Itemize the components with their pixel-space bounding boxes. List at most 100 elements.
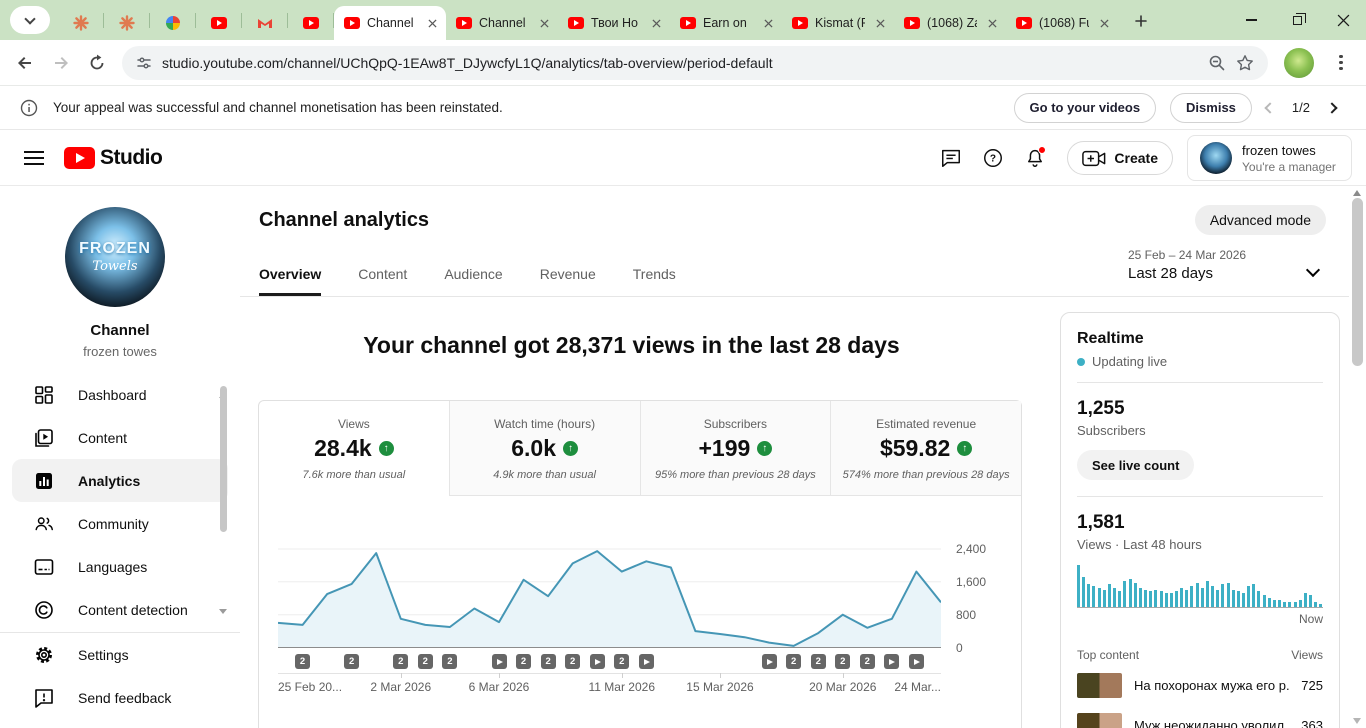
window-minimize-button[interactable]: [1228, 0, 1274, 40]
sidebar-scroll-down-arrow[interactable]: [219, 614, 227, 632]
reload-button[interactable]: [80, 46, 114, 80]
top-content-row[interactable]: Муж неожиданно уволил ...363: [1077, 708, 1323, 728]
banner-next-button[interactable]: [1328, 104, 1336, 112]
metric-card-subscribers[interactable]: Subscribers+199↑95% more than previous 2…: [640, 401, 831, 496]
page-scrollbar[interactable]: [1349, 186, 1366, 728]
video-marker-icon[interactable]: [909, 654, 924, 669]
video-marker-icon[interactable]: [762, 654, 777, 669]
shorts-marker-badge[interactable]: 2: [811, 654, 826, 669]
tab-close-icon[interactable]: [536, 15, 553, 32]
browser-profile-avatar[interactable]: [1284, 48, 1314, 78]
pinned-tab[interactable]: [242, 6, 287, 40]
go-to-your-videos-button[interactable]: Go to your videos: [1014, 93, 1157, 123]
forward-button[interactable]: [44, 46, 78, 80]
new-tab-button[interactable]: [1126, 6, 1156, 36]
browser-tab[interactable]: (1068) Za: [894, 6, 1006, 40]
browser-menu-button[interactable]: [1324, 46, 1358, 80]
scroll-down-arrow[interactable]: [1353, 718, 1361, 724]
date-picker-chevron[interactable]: [1308, 262, 1318, 280]
advanced-mode-button[interactable]: Advanced mode: [1195, 205, 1326, 235]
tab-overview[interactable]: Overview: [259, 266, 321, 296]
tab-close-icon[interactable]: [984, 15, 1001, 32]
shorts-marker-badge[interactable]: 2: [860, 654, 875, 669]
browser-tab[interactable]: Channel: [334, 6, 446, 40]
shorts-marker-badge[interactable]: 2: [295, 654, 310, 669]
shorts-marker-badge[interactable]: 2: [442, 654, 457, 669]
date-range-picker[interactable]: 25 Feb – 24 Mar 2026 Last 28 days: [1128, 248, 1246, 282]
sidebar-scrollbar-thumb[interactable]: [220, 386, 227, 532]
menu-button[interactable]: [24, 151, 44, 169]
browser-tab[interactable]: Channel: [446, 6, 558, 40]
address-bar[interactable]: studio.youtube.com/channel/UChQpQ-1EAw8T…: [122, 46, 1268, 80]
sidebar-item-community[interactable]: Community: [12, 502, 228, 545]
shorts-marker-badge[interactable]: 2: [835, 654, 850, 669]
sidebar-item-settings[interactable]: Settings: [12, 633, 228, 676]
tab-close-icon[interactable]: [872, 15, 889, 32]
metric-card-estimated-revenue[interactable]: Estimated revenue$59.82↑574% more than p…: [830, 401, 1021, 496]
tab-close-icon[interactable]: [424, 15, 441, 32]
page-scrollbar-thumb[interactable]: [1352, 198, 1363, 366]
video-marker-icon[interactable]: [492, 654, 507, 669]
browser-tab[interactable]: Earn on: [670, 6, 782, 40]
browser-tab[interactable]: Твои Но: [558, 6, 670, 40]
tab-content[interactable]: Content: [358, 266, 407, 296]
shorts-marker-badge[interactable]: 2: [614, 654, 629, 669]
youtube-studio-logo[interactable]: Studio: [64, 146, 162, 170]
shorts-marker-badge[interactable]: 2: [393, 654, 408, 669]
browser-tab[interactable]: Kismat (F: [782, 6, 894, 40]
tab-trends[interactable]: Trends: [633, 266, 676, 296]
tab-close-icon[interactable]: [648, 15, 665, 32]
sidebar-item-dashboard[interactable]: Dashboard: [12, 373, 228, 416]
tab-close-icon[interactable]: [760, 15, 777, 32]
scroll-up-arrow[interactable]: [1353, 190, 1361, 196]
realtime-bar-chart[interactable]: [1077, 566, 1323, 608]
area-chart-plot[interactable]: [278, 496, 941, 648]
video-title[interactable]: Муж неожиданно уволил ...: [1134, 718, 1289, 728]
pinned-tab[interactable]: [196, 6, 241, 40]
metric-card-views[interactable]: Views28.4k↑7.6k more than usual: [259, 401, 449, 496]
notifications-button[interactable]: [1017, 140, 1053, 176]
account-chip[interactable]: frozen towes You're a manager: [1187, 135, 1352, 181]
banner-prev-button[interactable]: [1266, 104, 1274, 112]
shorts-marker-badge[interactable]: 2: [344, 654, 359, 669]
dismiss-button[interactable]: Dismiss: [1170, 93, 1252, 123]
tab-close-icon[interactable]: [1096, 15, 1113, 32]
channel-avatar[interactable]: FROZEN Towels: [65, 207, 165, 307]
pinned-tab[interactable]: [150, 6, 195, 40]
feedback-comment-button[interactable]: [933, 140, 969, 176]
create-button[interactable]: Create: [1067, 141, 1173, 175]
shorts-marker-badge[interactable]: 2: [786, 654, 801, 669]
shorts-marker-badge[interactable]: 2: [418, 654, 433, 669]
sidebar-item-languages[interactable]: Languages: [12, 545, 228, 588]
video-marker-icon[interactable]: [884, 654, 899, 669]
back-icon: [15, 53, 35, 73]
window-restore-button[interactable]: [1274, 0, 1320, 40]
shorts-marker-badge[interactable]: 2: [516, 654, 531, 669]
see-live-count-button[interactable]: See live count: [1077, 450, 1194, 480]
back-button[interactable]: [8, 46, 42, 80]
video-marker-icon[interactable]: [639, 654, 654, 669]
shorts-marker-badge[interactable]: 2: [565, 654, 580, 669]
tab-audience[interactable]: Audience: [444, 266, 502, 296]
pinned-tab[interactable]: [58, 6, 103, 40]
bookmark-star-icon[interactable]: [1236, 54, 1254, 72]
tab-search-button[interactable]: [10, 6, 50, 34]
zoom-out-icon[interactable]: [1208, 54, 1226, 72]
pinned-tab[interactable]: [288, 6, 333, 40]
help-button[interactable]: ?: [975, 140, 1011, 176]
shorts-marker-badge[interactable]: 2: [541, 654, 556, 669]
sidebar-item-content-detection[interactable]: Content detection: [12, 588, 228, 631]
metric-card-watch-time-hours[interactable]: Watch time (hours)6.0k↑4.9k more than us…: [449, 401, 640, 496]
pinned-tab[interactable]: [104, 6, 149, 40]
sidebar-item-send-feedback[interactable]: Send feedback: [12, 676, 228, 719]
browser-tab[interactable]: (1068) Fu: [1006, 6, 1118, 40]
sidebar-item-analytics[interactable]: Analytics: [12, 459, 228, 502]
svg-text:?: ?: [990, 154, 996, 165]
tab-revenue[interactable]: Revenue: [540, 266, 596, 296]
video-title[interactable]: На похоронах мужа его р...: [1134, 678, 1289, 693]
video-marker-icon[interactable]: [590, 654, 605, 669]
window-close-button[interactable]: [1320, 0, 1366, 40]
sidebar-item-content[interactable]: Content: [12, 416, 228, 459]
top-content-row[interactable]: На похоронах мужа его р...725: [1077, 668, 1323, 702]
tab-title: Earn on: [703, 16, 753, 30]
